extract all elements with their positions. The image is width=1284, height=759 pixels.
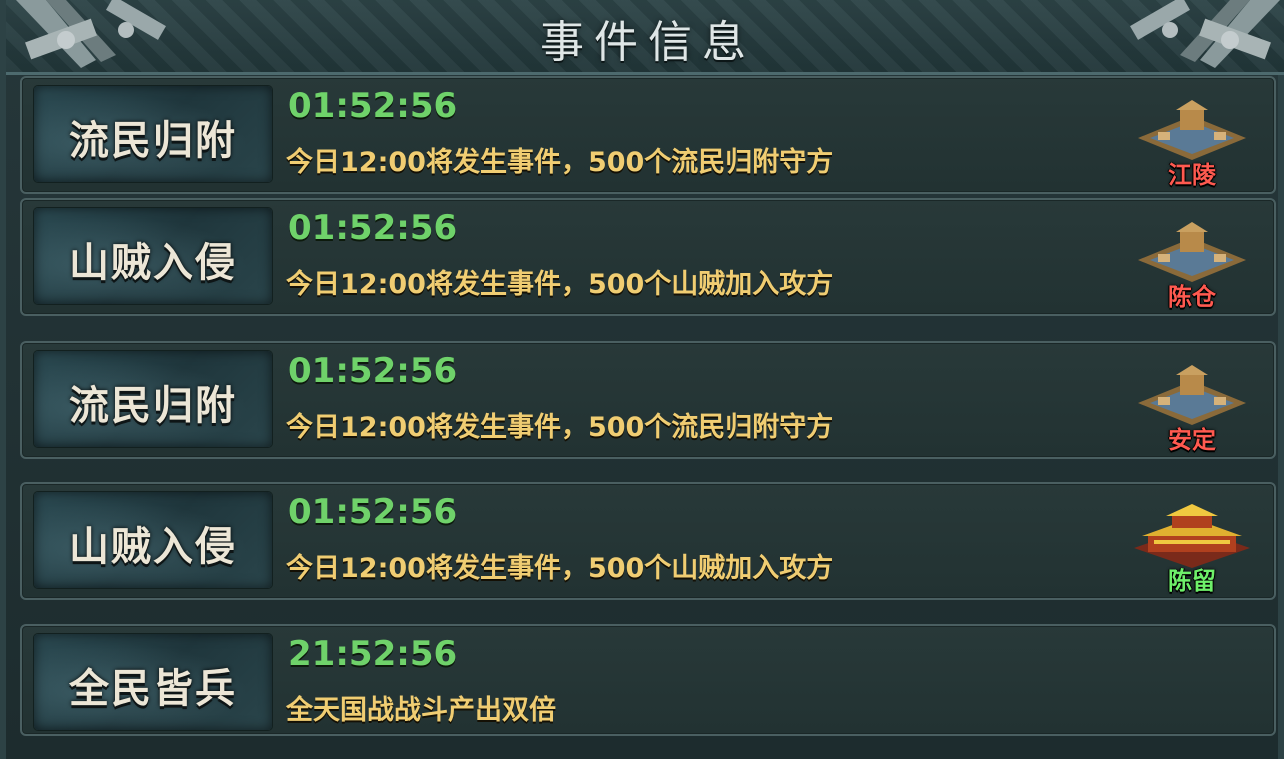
event-type-tag: 山贼入侵 [34, 208, 272, 304]
event-countdown: 21:52:56 [288, 634, 458, 674]
event-countdown: 01:52:56 [288, 351, 458, 391]
event-description: 今日12:00将发生事件，500个山贼加入攻方 [286, 553, 834, 584]
event-description: 今日12:00将发生事件，500个山贼加入攻方 [286, 269, 834, 300]
event-row[interactable]: 全民皆兵 21:52:56 全天国战战斗产出双倍 [20, 624, 1276, 736]
event-row[interactable]: 流民归附 01:52:56 今日12:00将发生事件，500个流民归附守方 江陵 [20, 76, 1276, 194]
event-row[interactable]: 山贼入侵 01:52:56 今日12:00将发生事件，500个山贼加入攻方 陈仓 [20, 198, 1276, 316]
city-button[interactable]: 安定 [1128, 363, 1256, 455]
event-type-label: 山贼入侵 [69, 524, 237, 570]
city-button[interactable]: 江陵 [1128, 98, 1256, 190]
city-name: 江陵 [1168, 161, 1216, 189]
event-type-label: 全民皆兵 [69, 666, 237, 712]
event-type-tag: 流民归附 [34, 86, 272, 182]
event-type-tag: 全民皆兵 [34, 634, 272, 730]
event-description: 今日12:00将发生事件，500个流民归附守方 [286, 147, 834, 178]
event-description: 今日12:00将发生事件，500个流民归附守方 [286, 412, 834, 443]
event-row[interactable]: 山贼入侵 01:52:56 今日12:00将发生事件，500个山贼加入攻方 陈留 [20, 482, 1276, 600]
event-row[interactable]: 流民归附 01:52:56 今日12:00将发生事件，500个流民归附守方 安定 [20, 341, 1276, 459]
city-name: 安定 [1168, 426, 1216, 454]
city-button[interactable]: 陈留 [1128, 504, 1256, 596]
panel-header: 事件信息 [6, 0, 1284, 75]
event-countdown: 01:52:56 [288, 492, 458, 532]
event-panel: 事件信息 流民归附 01:52:56 今日12:00将发生事件，500个流民归附… [0, 0, 1284, 759]
city-name: 陈仓 [1168, 283, 1216, 311]
event-type-label: 流民归附 [69, 118, 237, 164]
event-countdown: 01:52:56 [288, 86, 458, 126]
city-name: 陈留 [1168, 567, 1216, 595]
event-type-tag: 流民归附 [34, 351, 272, 447]
sword-ornament-icon [1130, 0, 1280, 68]
event-type-label: 山贼入侵 [69, 240, 237, 286]
event-type-tag: 山贼入侵 [34, 492, 272, 588]
city-button[interactable]: 陈仓 [1128, 220, 1256, 312]
event-countdown: 01:52:56 [288, 208, 458, 248]
event-description: 全天国战战斗产出双倍 [286, 695, 556, 726]
page-title: 事件信息 [540, 17, 756, 68]
event-type-label: 流民归附 [69, 383, 237, 429]
